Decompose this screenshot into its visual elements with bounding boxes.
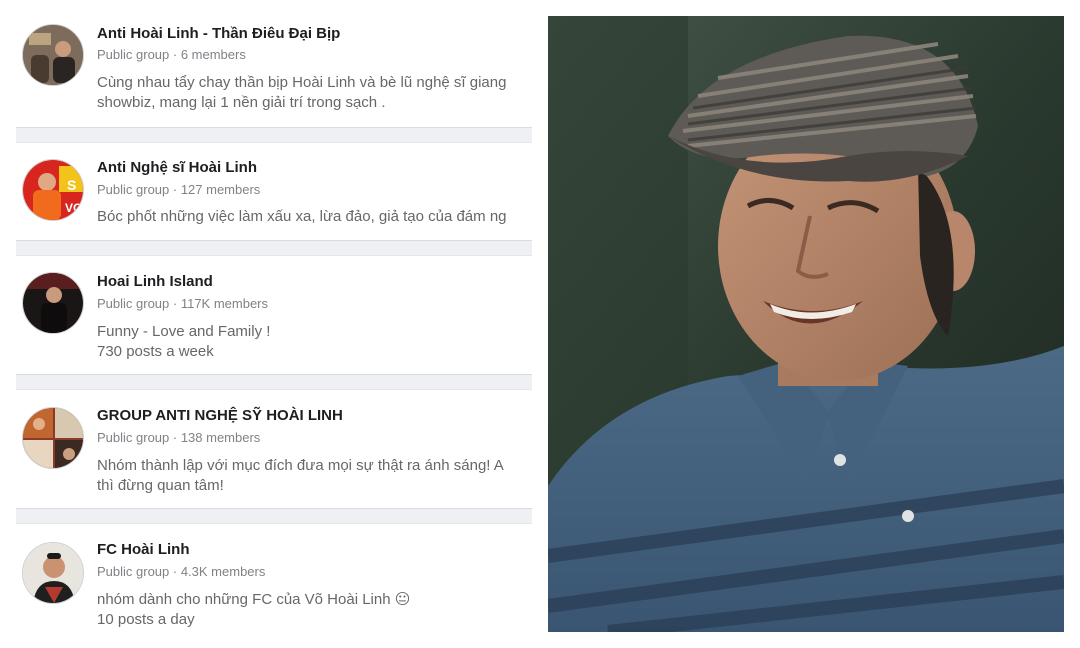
group-result-item[interactable]: Anti Hoài Linh - Thần Điêu Đại Bịp Publi…: [16, 0, 532, 127]
group-description-line: Bóc phốt những việc làm xấu xa, lừa đảo,…: [97, 208, 507, 225]
svg-text:VO: VO: [65, 201, 82, 215]
group-description-line: 730 posts a week: [97, 343, 214, 360]
group-result-item[interactable]: GROUP ANTI NGHỆ SỸ HOÀI LINH Public grou…: [16, 390, 532, 508]
group-avatar[interactable]: [22, 542, 84, 604]
svg-text:S: S: [67, 177, 76, 193]
group-avatar-image: [23, 273, 83, 333]
group-meta: Public group · 127 members: [97, 182, 261, 197]
portrait-photo: [548, 16, 1064, 632]
group-result-item[interactable]: Hoai Linh Island Public group · 117K mem…: [16, 256, 532, 374]
group-meta: Public group · 138 members: [97, 430, 261, 445]
group-description-line: showbiz, mang lại 1 nền giải trí trong s…: [97, 94, 386, 111]
group-avatar-image: [23, 408, 83, 468]
separator: [16, 240, 532, 256]
group-search-results: Anti Hoài Linh - Thần Điêu Đại Bịp Publi…: [16, 0, 532, 648]
group-description-line: Funny - Love and Family !: [97, 323, 271, 340]
group-avatar-image: [23, 25, 83, 85]
group-description-line: thì đừng quan tâm!: [97, 477, 224, 494]
group-meta: Public group · 117K members: [97, 296, 269, 311]
group-result-item[interactable]: S VO Anti Nghệ sĩ Hoài Linh Public group…: [16, 143, 532, 240]
portrait-illustration: [548, 16, 1064, 632]
group-avatar[interactable]: [22, 272, 84, 334]
group-description-line: 10 posts a day: [97, 611, 195, 628]
group-meta: Public group · 6 members: [97, 47, 246, 62]
group-name[interactable]: GROUP ANTI NGHỆ SỸ HOÀI LINH: [97, 407, 343, 424]
group-avatar[interactable]: S VO: [22, 159, 84, 221]
group-avatar-image: [23, 543, 83, 603]
group-name[interactable]: FC Hoài Linh: [97, 541, 190, 558]
group-avatar-image: S VO: [23, 160, 83, 220]
group-description-line: Nhóm thành lập với mục đích đưa mọi sự t…: [97, 457, 504, 474]
group-avatar[interactable]: [22, 24, 84, 86]
separator: [16, 374, 532, 390]
group-name[interactable]: Anti Hoài Linh - Thần Điêu Đại Bịp: [97, 25, 340, 42]
separator: [16, 508, 532, 524]
group-description-line: Cùng nhau tẩy chay thần bịp Hoài Linh và…: [97, 74, 507, 91]
separator: [16, 127, 532, 143]
group-description-line: nhóm dành cho những FC của Võ Hoài Linh …: [97, 591, 411, 608]
group-name[interactable]: Anti Nghệ sĩ Hoài Linh: [97, 159, 257, 176]
group-meta: Public group · 4.3K members: [97, 564, 266, 579]
group-name[interactable]: Hoai Linh Island: [97, 273, 213, 290]
group-result-item[interactable]: FC Hoài Linh Public group · 4.3K members…: [16, 524, 532, 648]
group-avatar[interactable]: [22, 407, 84, 469]
